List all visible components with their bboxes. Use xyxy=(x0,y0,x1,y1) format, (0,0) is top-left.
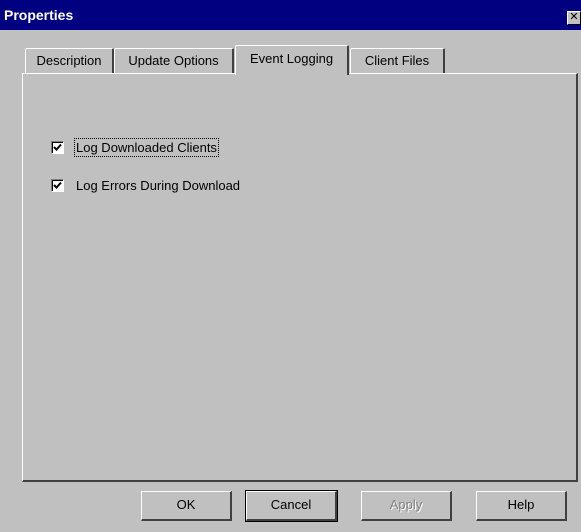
tab-event-logging[interactable]: Event Logging xyxy=(235,45,349,75)
tab-panel-event-logging xyxy=(22,73,578,482)
checkmark-icon xyxy=(53,143,62,151)
title-bar[interactable]: Properties ✕ xyxy=(0,0,581,30)
ok-button[interactable]: OK xyxy=(141,491,232,521)
checkmark-icon xyxy=(53,181,62,189)
tab-description[interactable]: Description xyxy=(25,48,114,73)
close-icon[interactable]: ✕ xyxy=(567,11,581,25)
tab-update-options[interactable]: Update Options xyxy=(114,48,234,73)
log-downloaded-clients-checkbox[interactable] xyxy=(51,141,64,154)
log-errors-label[interactable]: Log Errors During Download xyxy=(76,178,240,193)
cancel-button[interactable]: Cancel xyxy=(245,490,338,522)
log-downloaded-clients-label[interactable]: Log Downloaded Clients xyxy=(74,138,219,157)
properties-dialog: Properties ✕ Description Update Options … xyxy=(0,0,581,532)
log-errors-checkbox[interactable] xyxy=(51,179,64,192)
apply-button[interactable]: Apply xyxy=(361,491,452,521)
help-button[interactable]: Help xyxy=(476,491,567,521)
tab-client-files[interactable]: Client Files xyxy=(350,48,445,73)
window-title: Properties xyxy=(4,7,74,23)
